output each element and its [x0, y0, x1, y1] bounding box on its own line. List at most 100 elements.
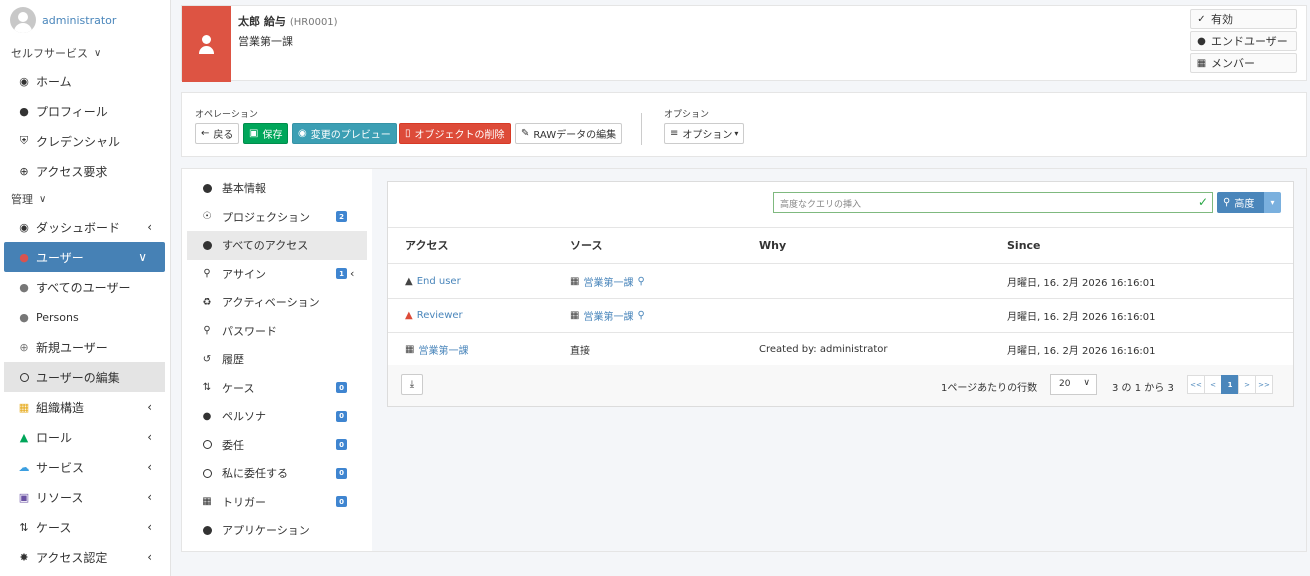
circle-icon [201, 240, 213, 250]
column-header-source[interactable]: ソース [570, 227, 602, 263]
options-dropdown[interactable]: ≡ オプション ▾ [664, 123, 745, 144]
source-link[interactable]: ▦ 営業第一課 ⚲ [570, 264, 645, 298]
chevron-left-icon: ‹ [147, 460, 152, 474]
tab-history[interactable]: ↺ 履歴 [187, 345, 367, 374]
count-badge: 0 [336, 496, 347, 508]
chevron-left-icon[interactable]: ‹ [350, 267, 354, 280]
tab-case[interactable]: ⇅ ケース 0 [187, 374, 367, 403]
edit-raw-button[interactable]: ✎ RAWデータの編集 [515, 123, 623, 144]
history-icon: ↺ [202, 353, 212, 365]
column-header-access[interactable]: アクセス [405, 227, 448, 263]
preview-changes-button[interactable]: ◉ 変更のプレビュー [292, 123, 397, 144]
user-summary-panel: 太郎 給与 (HR0001) 営業第一課 ✓ 有効 ● エンドユーザー ▦ メンバ… [181, 5, 1307, 82]
chevron-down-icon: ∨ [94, 47, 102, 59]
tab-delegated-to-me[interactable]: 私に委任する 0 [187, 459, 367, 488]
chevron-left-icon: ‹ [147, 490, 152, 504]
tab-projection[interactable]: ☉ プロジェクション 2 [187, 203, 367, 232]
status-badge-valid: ✓ 有効 [1190, 9, 1297, 29]
sidebar-item-role[interactable]: ▲ ロール ‹ [0, 422, 170, 452]
sidebar-item-certification[interactable]: ✸ アクセス認定 ‹ [0, 542, 170, 572]
sidebar-item-new-user[interactable]: ⊕ 新規ユーザー [0, 332, 170, 362]
building-icon: ▦ [405, 343, 415, 355]
current-page-button[interactable]: 1 [1221, 375, 1239, 394]
user-department: 営業第一課 [238, 35, 293, 48]
tab-application[interactable]: アプリケーション [187, 516, 367, 545]
sidebar-item-persons[interactable]: ● Persons [0, 302, 170, 332]
tab-trigger[interactable]: ▦ トリガー 0 [187, 488, 367, 517]
sidebar-section-admin[interactable]: 管理 ∨ [0, 186, 170, 212]
last-page-button[interactable]: >> [1255, 375, 1273, 394]
tab-persona[interactable]: ● ペルソナ 0 [187, 402, 367, 431]
options-label: オプション [664, 110, 710, 120]
tab-basic[interactable]: 基本情報 [187, 174, 367, 203]
source-cell: 直接 [570, 345, 590, 357]
role-icon: ▲ [19, 430, 29, 444]
eye-icon: ◉ [298, 128, 307, 139]
sidebar-item-home[interactable]: ◉ ホーム [0, 66, 170, 96]
chevron-left-icon: ‹ [147, 430, 152, 444]
sidebar-item-credentials[interactable]: ⛨ クレデンシャル [0, 126, 170, 156]
sidebar-item-org[interactable]: ▦ 組織構造 ‹ [0, 392, 170, 422]
sidebar-item-service[interactable]: ☁ サービス ‹ [0, 452, 170, 482]
delete-object-button[interactable]: ▯ オブジェクトの削除 [399, 123, 511, 144]
tab-activation[interactable]: ♻ アクティベーション [187, 288, 367, 317]
table-footer: ⤓ 1ページあたりの行数 20 ∨ 3 の 1 から 3 << < 1 > >> [388, 365, 1293, 406]
sidebar-user[interactable]: administrator [0, 0, 170, 40]
next-page-button[interactable]: > [1238, 375, 1256, 394]
sidebar-item-profile[interactable]: ● プロフィール [0, 96, 170, 126]
count-badge: 0 [336, 410, 347, 422]
sidebar-username[interactable]: administrator [42, 14, 116, 27]
user-details-panel: 基本情報 ☉ プロジェクション 2 すべてのアクセス ⚲ アサイン 1 ‹ ♻ … [181, 168, 1307, 552]
advanced-query-input[interactable]: 高度なクエリの挿入 ✓ [773, 192, 1213, 213]
download-button[interactable]: ⤓ [401, 374, 423, 395]
table-row[interactable]: ▲ End user [405, 264, 461, 298]
table-row[interactable]: ▦ 営業第一課 [405, 332, 468, 366]
calendar-icon: ▦ [202, 496, 212, 508]
search-icon: ⚲ [1223, 197, 1231, 208]
column-header-why[interactable]: Why [759, 227, 786, 263]
user-avatar-icon [182, 6, 231, 82]
pagination-range: 3 の 1 から 3 [1112, 383, 1174, 394]
advanced-search-button[interactable]: ⚲ 高度 [1217, 192, 1264, 213]
search-plus-icon[interactable]: ⚲ [637, 310, 644, 321]
prev-page-button[interactable]: < [1204, 375, 1222, 394]
search-plus-icon[interactable]: ⚲ [637, 276, 644, 287]
why-cell: Created by: administrator [759, 343, 888, 355]
table-row[interactable]: ▲ Reviewer [405, 298, 463, 332]
sidebar-item-all-users[interactable]: ● すべてのユーザー [0, 272, 170, 302]
source-link[interactable]: ▦ 営業第一課 ⚲ [570, 298, 645, 332]
shield-icon: ⛨ [19, 134, 29, 147]
operations-toolbar: オペレーション ← 戻る ▣ 保存 ◉ 変更のプレビュー ▯ オブジェクトの削除… [181, 92, 1307, 157]
sidebar-item-case[interactable]: ⇅ ケース ‹ [0, 512, 170, 542]
sidebar-item-dashboard[interactable]: ◉ ダッシュボード ‹ [0, 212, 170, 242]
user-display-name: 太郎 給与 (HR0001) [238, 15, 338, 28]
save-button[interactable]: ▣ 保存 [243, 123, 289, 144]
tab-assign[interactable]: ⚲ アサイン 1 ‹ [187, 260, 367, 289]
building-icon: ▦ [18, 400, 30, 414]
since-cell: 月曜日, 16. 2月 2026 16:16:01 [1007, 311, 1156, 323]
circle-icon [201, 525, 213, 535]
sidebar-item-access-request[interactable]: ⊕ アクセス要求 [0, 156, 170, 186]
tab-all-access[interactable]: すべてのアクセス [187, 231, 367, 260]
role-icon: ▲ [405, 275, 413, 287]
caret-down-icon: ▾ [734, 129, 739, 138]
sidebar-item-edit-user[interactable]: ユーザーの編集 [4, 362, 165, 392]
chevron-down-icon: ∨ [39, 193, 47, 205]
sidebar-item-users[interactable]: ● ユーザー ∨ [4, 242, 165, 272]
projection-icon: ☉ [202, 211, 212, 223]
first-page-button[interactable]: << [1187, 375, 1205, 394]
tab-password[interactable]: ⚲ パスワード [187, 317, 367, 346]
user-code: (HR0001) [289, 17, 338, 28]
chevron-down-icon: ∨ [1083, 378, 1090, 388]
advanced-search-dropdown[interactable]: ▾ [1264, 192, 1281, 213]
circle-icon [17, 372, 31, 382]
status-badges: ✓ 有効 ● エンドユーザー ▦ メンバー [1190, 9, 1297, 75]
count-badge: 0 [336, 382, 347, 394]
sidebar-section-self-service[interactable]: セルフサービス ∨ [0, 40, 170, 66]
operations-label: オペレーション [195, 110, 258, 120]
back-button[interactable]: ← 戻る [195, 123, 240, 144]
column-header-since[interactable]: Since [1007, 227, 1041, 263]
rows-per-page-select[interactable]: 20 ∨ [1050, 374, 1097, 395]
tab-delegation[interactable]: 委任 0 [187, 431, 367, 460]
sidebar-item-resource[interactable]: ▣ リソース ‹ [0, 482, 170, 512]
